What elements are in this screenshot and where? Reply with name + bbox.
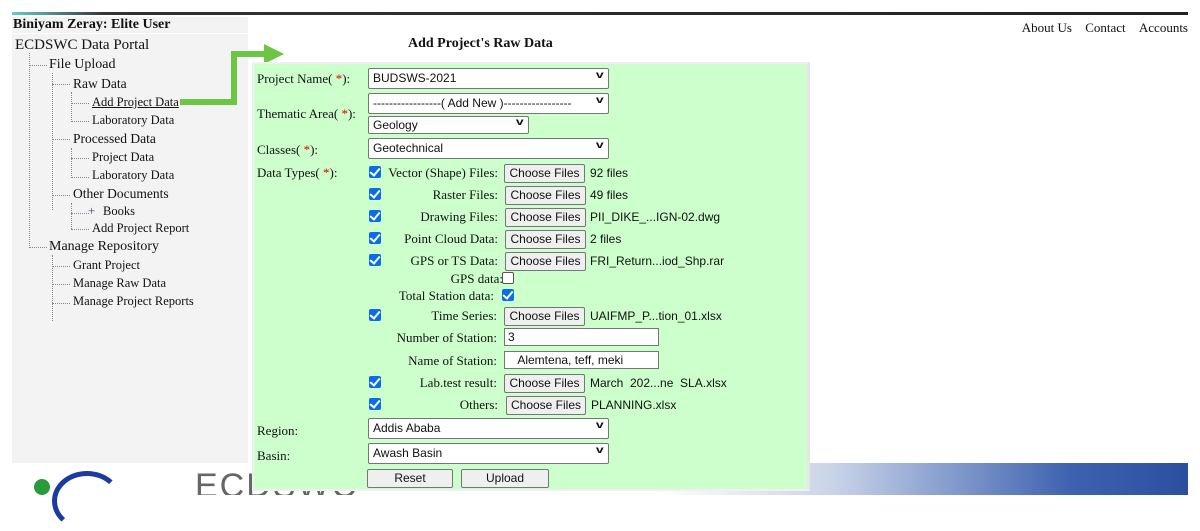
classes-label: Classes( *): — [257, 142, 319, 157]
file-type-checkbox[interactable] — [369, 166, 381, 178]
thematic-area-select[interactable]: -----------------( Add New )------------… — [368, 93, 609, 114]
thematic-area-label: Thematic Area( *): — [257, 106, 356, 121]
tree-laboratory-data[interactable]: Laboratory Data — [92, 113, 174, 128]
lab-test-label: Lab.test result: — [419, 375, 497, 390]
number-of-station-input[interactable]: 3 — [504, 328, 659, 346]
plus-icon[interactable]: + — [88, 204, 95, 219]
page-title: Add Project's Raw Data — [408, 36, 553, 51]
choose-files-button[interactable]: Choose Files — [505, 252, 586, 271]
total-station-label: Total Station data: — [398, 288, 494, 303]
top-border — [12, 12, 1188, 15]
time-series-label: Time Series: — [431, 308, 497, 323]
choose-files-button[interactable]: Choose Files — [505, 208, 586, 227]
user-label: Biniyam Zeray: Elite User — [12, 17, 248, 34]
reset-button[interactable]: Reset — [367, 469, 453, 488]
file-type-checkbox[interactable] — [369, 232, 381, 244]
file-name: FRI_Return...iod_Shp.rar — [590, 254, 725, 268]
time-series-choose-files-button[interactable]: Choose Files — [504, 307, 585, 326]
thematic-sub-select[interactable]: Geology v — [368, 116, 529, 134]
tree-books[interactable]: Books — [103, 204, 135, 219]
name-of-station-label: Name of Station: — [408, 353, 497, 368]
time-series-file-name: UAIFMP_P...tion_01.xlsx — [590, 309, 722, 323]
chevron-down-icon: v — [596, 420, 605, 431]
tree-grant-project[interactable]: Grant Project — [73, 258, 140, 273]
tree-root[interactable]: ECDSWC Data Portal — [15, 37, 149, 54]
file-name: 49 files — [590, 188, 629, 202]
gps-data-checkbox[interactable] — [502, 272, 514, 284]
basin-select[interactable]: Awash Basin v — [368, 443, 609, 464]
project-name-select[interactable]: BUDSWS-2021 v — [368, 68, 609, 89]
tree-manage-repository[interactable]: Manage Repository — [49, 239, 159, 255]
chevron-down-icon: v — [516, 117, 525, 128]
chevron-down-icon: v — [596, 140, 605, 151]
logo-dot — [34, 479, 50, 495]
tree-manage-project-reports[interactable]: Manage Project Reports — [73, 294, 194, 309]
file-type-label: Vector (Shape) Files: — [388, 165, 498, 180]
file-type-label: Point Cloud Data: — [404, 231, 498, 246]
raw-data-form: Project Name( *): BUDSWS-2021 v Thematic … — [252, 62, 810, 491]
chevron-down-icon: v — [596, 70, 605, 81]
tree-add-project-data[interactable]: Add Project Data — [92, 95, 179, 110]
tree-laboratory-data-processed[interactable]: Laboratory Data — [92, 168, 174, 183]
file-type-checkbox[interactable] — [369, 210, 381, 222]
others-checkbox[interactable] — [369, 398, 381, 410]
tree-file-upload[interactable]: File Upload — [49, 57, 116, 73]
choose-files-button[interactable]: Choose Files — [504, 164, 585, 183]
number-of-station-label: Number of Station: — [396, 330, 497, 345]
chevron-down-icon: v — [596, 445, 605, 456]
classes-select[interactable]: Geotechnical v — [368, 138, 609, 159]
lab-test-choose-files-button[interactable]: Choose Files — [504, 374, 585, 393]
file-type-checkbox[interactable] — [369, 188, 381, 200]
time-series-checkbox[interactable] — [369, 309, 381, 321]
tree-processed-data[interactable]: Processed Data — [73, 131, 156, 147]
choose-files-button[interactable]: Choose Files — [505, 230, 586, 249]
tree-other-documents[interactable]: Other Documents — [73, 186, 169, 202]
file-name: PII_DIKE_...IGN-02.dwg — [590, 210, 721, 224]
tree-add-project-report[interactable]: Add Project Report — [92, 221, 189, 236]
accounts-link[interactable]: Accounts — [1139, 20, 1188, 35]
contact-link[interactable]: Contact — [1085, 20, 1125, 35]
choose-files-button[interactable]: Choose Files — [505, 186, 586, 205]
gps-data-label: GPS data: — [450, 271, 503, 286]
others-choose-files-button[interactable]: Choose Files — [506, 396, 586, 415]
logo-emblem — [52, 471, 122, 531]
top-nav: About Us Contact Accounts — [1012, 20, 1188, 36]
file-type-label: Raster Files: — [432, 187, 498, 202]
tree-manage-raw-data[interactable]: Manage Raw Data — [73, 276, 166, 291]
file-name: 92 files — [590, 166, 629, 180]
region-select[interactable]: Addis Ababa v — [368, 418, 609, 439]
region-label: Region: — [257, 423, 299, 438]
name-of-station-input[interactable]: Alemtena, teff, meki — [504, 351, 659, 369]
lab-test-file-name: March 202...ne SLA.xlsx — [590, 376, 727, 390]
others-label: Others: — [459, 397, 498, 412]
file-type-label: GPS or TS Data: — [410, 253, 498, 268]
chevron-down-icon: v — [596, 95, 605, 106]
total-station-checkbox[interactable] — [502, 289, 514, 301]
file-name: 2 files — [590, 232, 622, 246]
tree-raw-data[interactable]: Raw Data — [73, 76, 127, 92]
about-us-link[interactable]: About Us — [1022, 20, 1072, 35]
project-name-label: Project Name( *): — [257, 71, 351, 86]
others-file-name: PLANNING.xlsx — [591, 398, 677, 412]
lab-test-checkbox[interactable] — [369, 376, 381, 388]
basin-label: Basin: — [257, 448, 291, 463]
tree-project-data[interactable]: Project Data — [92, 150, 154, 165]
data-types-label: Data Types( *): — [257, 165, 338, 180]
file-type-label: Drawing Files: — [420, 209, 498, 224]
upload-button[interactable]: Upload — [461, 469, 549, 488]
file-type-checkbox[interactable] — [369, 254, 381, 266]
